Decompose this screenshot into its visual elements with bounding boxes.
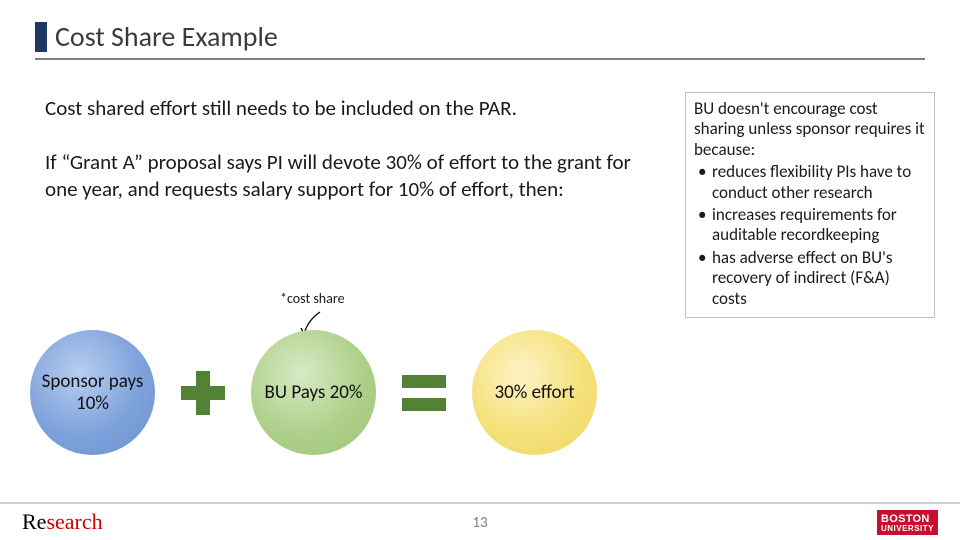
bu-logo-mark: BOSTON UNIVERSITY: [877, 510, 938, 535]
plus-icon: [181, 371, 225, 415]
callout-list: reduces flexibility PIs have to conduct …: [694, 162, 926, 309]
callout-lead: BU doesn't encourage cost sharing unless…: [694, 99, 926, 160]
callout-bullet: reduces flexibility PIs have to conduct …: [694, 162, 926, 203]
paragraph-2: If “Grant A” proposal says PI will devot…: [45, 149, 635, 202]
logo-part-re: Re: [22, 509, 46, 534]
circle-sponsor: Sponsor pays 10%: [30, 330, 155, 455]
equation-diagram: Sponsor pays 10% BU Pays 20% 30% effort: [30, 330, 597, 455]
slide-title: Cost Share Example: [55, 19, 278, 54]
slide: Cost Share Example Cost shared effort st…: [0, 0, 960, 540]
body-text: Cost shared effort still needs to be inc…: [45, 95, 635, 202]
bu-logo-line1: BOSTON: [881, 514, 934, 525]
equals-icon: [402, 375, 446, 411]
research-logo: Research: [22, 509, 103, 535]
callout-box: BU doesn't encourage cost sharing unless…: [685, 92, 935, 318]
title-accent-block: [35, 22, 47, 52]
bu-logo-line2: UNIVERSITY: [881, 525, 934, 533]
circle-bu: BU Pays 20%: [251, 330, 376, 455]
annotation-label: *cost share: [280, 290, 345, 307]
logo-part-search: search: [46, 509, 102, 534]
paragraph-1: Cost shared effort still needs to be inc…: [45, 95, 635, 121]
title-bar: Cost Share Example: [35, 10, 925, 60]
callout-bullet: increases requirements for auditable rec…: [694, 205, 926, 246]
circle-effort: 30% effort: [472, 330, 597, 455]
callout-bullet: has adverse effect on BU's recovery of i…: [694, 248, 926, 309]
page-number: 13: [472, 514, 487, 532]
bu-logo: BOSTON UNIVERSITY: [877, 510, 938, 535]
